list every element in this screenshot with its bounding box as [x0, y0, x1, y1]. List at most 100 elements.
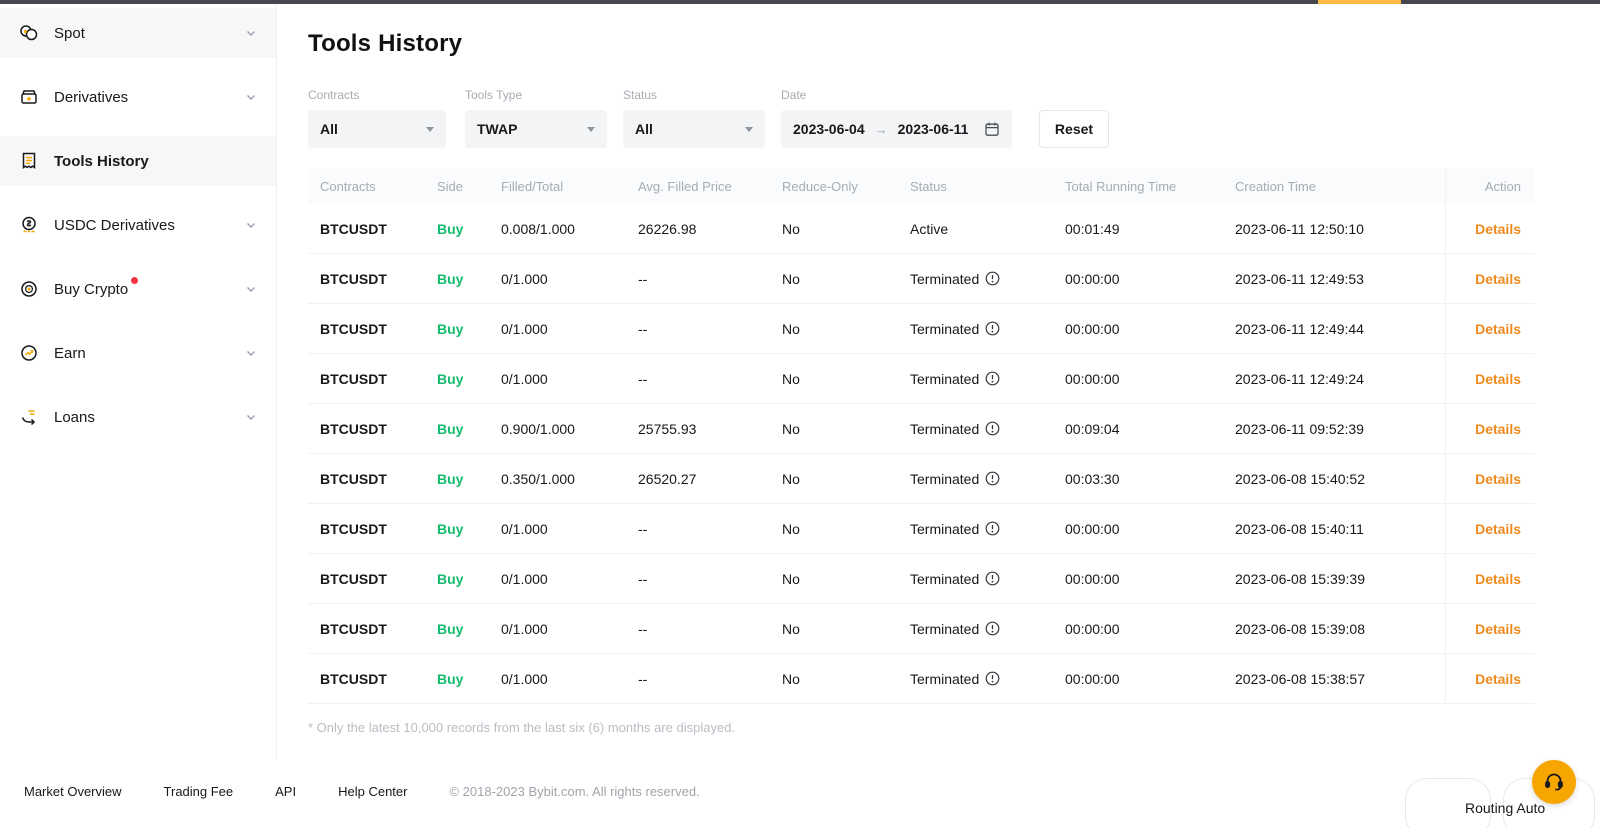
- derivatives-icon: [18, 86, 40, 108]
- date-range-arrow-icon: →: [875, 122, 888, 137]
- status-info-icon[interactable]: [985, 371, 1000, 386]
- footer-link-api[interactable]: API: [275, 784, 296, 799]
- cell-reduce-only: No: [782, 604, 910, 653]
- table-row: BTCUSDTBuy0/1.000--NoTerminated00:00:002…: [308, 254, 1535, 304]
- filter-status: Status All: [623, 88, 765, 102]
- cell-reduce-only: No: [782, 254, 910, 303]
- cell-total-running-time: 00:00:00: [1065, 254, 1235, 303]
- cell-action: Details: [1445, 354, 1535, 403]
- column-header-action: Action: [1445, 168, 1535, 204]
- cell-status: Active: [910, 204, 1065, 253]
- top-progress-segment: [1318, 0, 1401, 4]
- tools-type-select[interactable]: TWAP: [465, 110, 607, 148]
- sidebar-item-label: Derivatives: [54, 89, 128, 106]
- date-to-value: 2023-06-11: [898, 121, 969, 137]
- cell-total-running-time: 00:00:00: [1065, 554, 1235, 603]
- support-chat-button[interactable]: [1532, 760, 1576, 804]
- chevron-down-icon: [244, 90, 258, 104]
- cell-reduce-only: No: [782, 454, 910, 503]
- cell-side: Buy: [437, 354, 501, 403]
- cell-total-running-time: 00:00:00: [1065, 654, 1235, 703]
- contracts-select[interactable]: All: [308, 110, 446, 148]
- details-link[interactable]: Details: [1475, 571, 1521, 587]
- sidebar-item-spot[interactable]: Spot: [0, 8, 276, 58]
- screen: Spot Derivatives Tools History USDC Derivat…: [0, 0, 1600, 828]
- cell-creation-time: 2023-06-11 12:49:44: [1235, 304, 1445, 353]
- cell-action: Details: [1445, 504, 1535, 553]
- footer-link-help-center[interactable]: Help Center: [338, 784, 407, 799]
- cell-total-running-time: 00:00:00: [1065, 304, 1235, 353]
- filter-tools-type-label: Tools Type: [465, 88, 607, 102]
- status-info-icon[interactable]: [985, 671, 1000, 686]
- filter-date-label: Date: [781, 88, 1012, 102]
- status-select[interactable]: All: [623, 110, 765, 148]
- table-header-row: ContractsSideFilled/TotalAvg. Filled Pri…: [308, 168, 1535, 204]
- sidebar-item-loans[interactable]: Loans: [0, 392, 276, 442]
- cell-action: Details: [1445, 304, 1535, 353]
- cell-action: Details: [1445, 404, 1535, 453]
- cell-action: Details: [1445, 204, 1535, 253]
- column-header-avg-filled-price: Avg. Filled Price: [638, 168, 782, 204]
- cell-creation-time: 2023-06-08 15:39:39: [1235, 554, 1445, 603]
- cell-avg-filled-price: 26226.98: [638, 204, 782, 253]
- sidebar-item-label: USDC Derivatives: [54, 217, 175, 234]
- status-info-icon[interactable]: [985, 421, 1000, 436]
- cell-total-running-time: 00:00:00: [1065, 604, 1235, 653]
- cell-contracts: BTCUSDT: [320, 204, 437, 253]
- cell-side: Buy: [437, 554, 501, 603]
- cell-reduce-only: No: [782, 404, 910, 453]
- status-info-icon[interactable]: [985, 571, 1000, 586]
- details-link[interactable]: Details: [1475, 471, 1521, 487]
- caret-down-icon: [587, 127, 595, 132]
- cell-status: Terminated: [910, 454, 1065, 503]
- details-link[interactable]: Details: [1475, 271, 1521, 287]
- status-info-icon[interactable]: [985, 321, 1000, 336]
- cell-filled-total: 0.350/1.000: [501, 454, 638, 503]
- tools-type-select-value: TWAP: [477, 121, 517, 137]
- loans-icon: [18, 406, 40, 428]
- table-row: BTCUSDTBuy0/1.000--NoTerminated00:00:002…: [308, 604, 1535, 654]
- buy-crypto-icon: [18, 278, 40, 300]
- details-link[interactable]: Details: [1475, 671, 1521, 687]
- cell-reduce-only: No: [782, 654, 910, 703]
- sidebar-item-label: Spot: [54, 25, 85, 42]
- table-row: BTCUSDTBuy0/1.000--NoTerminated00:00:002…: [308, 304, 1535, 354]
- footer-link-market-overview[interactable]: Market Overview: [24, 784, 122, 799]
- details-link[interactable]: Details: [1475, 221, 1521, 237]
- sidebar-item-derivatives[interactable]: Derivatives: [0, 72, 276, 122]
- status-info-icon[interactable]: [985, 621, 1000, 636]
- status-info-icon[interactable]: [985, 521, 1000, 536]
- cell-filled-total: 0/1.000: [501, 354, 638, 403]
- status-info-icon[interactable]: [985, 471, 1000, 486]
- details-link[interactable]: Details: [1475, 621, 1521, 637]
- cell-creation-time: 2023-06-08 15:39:08: [1235, 604, 1445, 653]
- cell-status: Terminated: [910, 504, 1065, 553]
- footer: Market Overview Trading Fee API Help Center…: [0, 765, 1600, 817]
- details-link[interactable]: Details: [1475, 521, 1521, 537]
- sidebar-item-label: Earn: [54, 345, 86, 362]
- sidebar-item-usdc-derivatives[interactable]: USDC Derivatives: [0, 200, 276, 250]
- reset-button[interactable]: Reset: [1039, 110, 1109, 148]
- spot-icon: [18, 22, 40, 44]
- status-info-icon[interactable]: [985, 271, 1000, 286]
- cell-side: Buy: [437, 254, 501, 303]
- cell-contracts: BTCUSDT: [320, 354, 437, 403]
- cell-status: Terminated: [910, 254, 1065, 303]
- cell-avg-filled-price: --: [638, 304, 782, 353]
- date-range-picker[interactable]: 2023-06-04 → 2023-06-11: [781, 110, 1012, 148]
- notification-dot: [131, 277, 138, 284]
- details-link[interactable]: Details: [1475, 371, 1521, 387]
- cell-side: Buy: [437, 654, 501, 703]
- cell-side: Buy: [437, 504, 501, 553]
- sidebar-item-earn[interactable]: Earn: [0, 328, 276, 378]
- sidebar-item-tools-history[interactable]: Tools History: [0, 136, 276, 186]
- sidebar-item-buy-crypto[interactable]: Buy Crypto: [0, 264, 276, 314]
- caret-down-icon: [745, 127, 753, 132]
- details-link[interactable]: Details: [1475, 321, 1521, 337]
- details-link[interactable]: Details: [1475, 421, 1521, 437]
- cell-reduce-only: No: [782, 504, 910, 553]
- cell-side: Buy: [437, 454, 501, 503]
- cell-creation-time: 2023-06-08 15:40:11: [1235, 504, 1445, 553]
- cell-action: Details: [1445, 554, 1535, 603]
- footer-link-trading-fee[interactable]: Trading Fee: [164, 784, 234, 799]
